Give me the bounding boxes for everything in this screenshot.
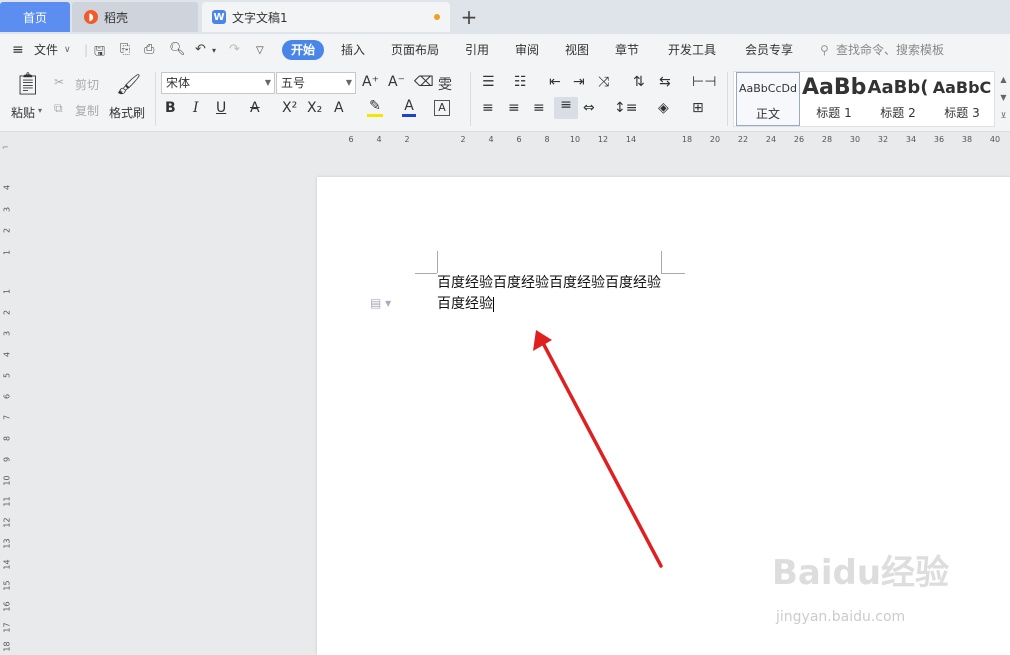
arrow-head-icon <box>533 330 552 351</box>
watermark-brand: Baidu经验 <box>772 553 950 593</box>
watermark-url: jingyan.baidu.com <box>776 609 906 625</box>
arrow-shaft <box>541 341 663 568</box>
baidu-watermark: Baidu经验 jingyan.baidu.com <box>772 545 972 635</box>
